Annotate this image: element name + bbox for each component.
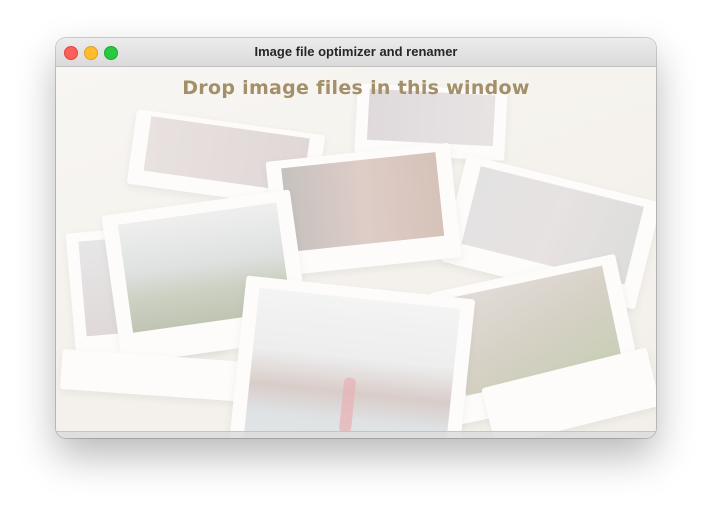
app-window: Image file optimizer and renamer Drop im… [56, 38, 656, 438]
window-title: Image file optimizer and renamer [254, 44, 458, 59]
drop-zone[interactable]: Drop image files in this window [56, 67, 656, 438]
bottom-bar [56, 431, 656, 438]
drop-message: Drop image files in this window [182, 77, 530, 99]
title-bar[interactable]: Image file optimizer and renamer [56, 38, 656, 67]
